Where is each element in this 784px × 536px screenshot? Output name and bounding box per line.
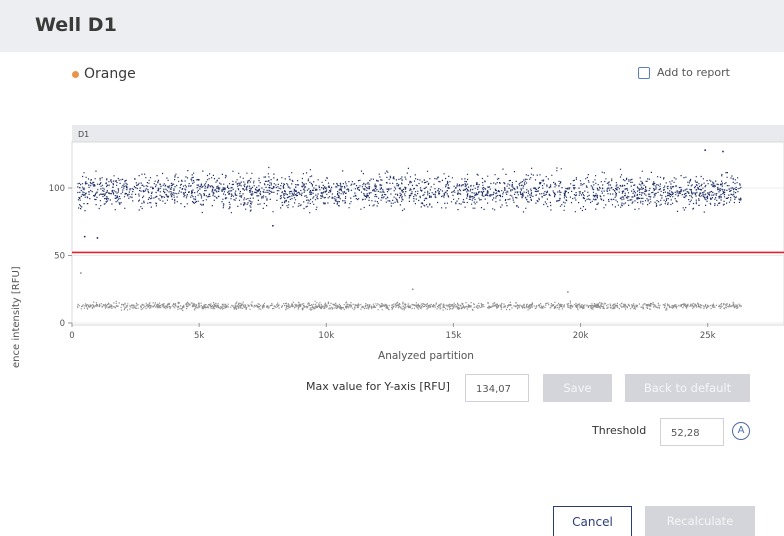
ymax-label: Max value for Y-axis [RFU] [306, 380, 450, 393]
channel-color-dot-icon [72, 70, 79, 78]
outlier-point [83, 235, 86, 238]
outlier-point [722, 150, 724, 153]
x-tick-label: 20k [573, 331, 589, 341]
outlier-point [566, 291, 569, 293]
y-tick-label: 50 [54, 251, 65, 261]
outlier-point [411, 288, 414, 291]
threshold-label: Threshold [592, 424, 647, 437]
add-to-report-checkbox[interactable] [638, 66, 650, 79]
recalculate-button[interactable]: Recalculate [645, 506, 755, 536]
y-tick-label: 100 [49, 184, 65, 194]
x-tick-label: 0 [69, 331, 74, 341]
chart-panel-header [72, 125, 784, 142]
outlier-point [271, 224, 274, 227]
threshold-input[interactable]: 52,28 [660, 418, 724, 446]
cancel-button[interactable]: Cancel [553, 506, 632, 536]
channel-name: Orange [84, 66, 136, 82]
y-tick-label: 0 [60, 319, 65, 329]
back-to-default-button[interactable]: Back to default [625, 374, 750, 402]
outlier-point [96, 237, 99, 239]
plot-area [71, 141, 784, 326]
dialog-header: Well D1 [0, 0, 784, 52]
x-tick-label: 10k [318, 331, 334, 341]
auto-threshold-icon[interactable]: A [732, 422, 750, 440]
add-to-report-label: Add to report [657, 66, 730, 79]
outlier-point [704, 149, 707, 152]
add-to-report-control[interactable]: Add to report [638, 66, 730, 79]
chart-panel-title: D1 [78, 130, 89, 139]
outlier-point [80, 272, 82, 274]
y-axis-label: Fluorescence intensity [RFU] [11, 266, 22, 368]
page-title: Well D1 [35, 14, 117, 36]
x-axis-label: Analyzed partition [378, 350, 474, 362]
x-tick-label: 5k [194, 331, 204, 341]
x-tick-label: 15k [446, 331, 462, 341]
channel-indicator: Orange [72, 66, 136, 82]
x-tick-label: 25k [700, 331, 716, 341]
scatter-chart: D1 0 50 100 0 5k 10k 15k 20k 25k Fluorescence in… [11, 125, 784, 368]
save-button[interactable]: Save [543, 374, 612, 402]
ymax-input[interactable]: 134,07 [465, 374, 529, 402]
